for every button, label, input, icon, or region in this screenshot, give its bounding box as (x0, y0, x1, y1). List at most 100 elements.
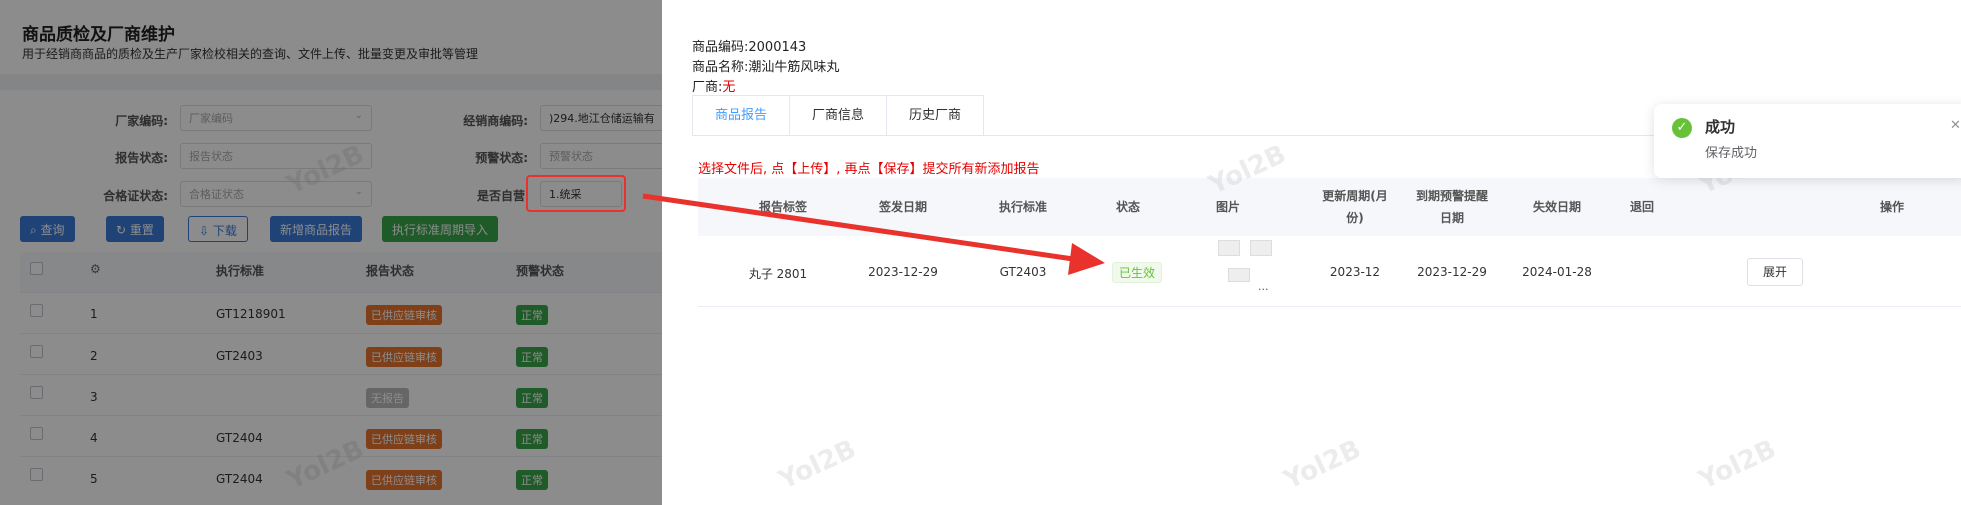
warning-status-tag: 正常 (516, 347, 548, 367)
table-header (20, 252, 662, 292)
chevron-down-icon: ⌄ (354, 110, 363, 121)
cell-expiry-date: 2024-01-28 (1522, 265, 1592, 279)
column-header-standard[interactable]: 执行标准 (216, 262, 264, 279)
column-header-image: 图片 (1215, 200, 1240, 214)
report-image-thumbnail[interactable] (1228, 268, 1250, 282)
row-standard: GT2404 (216, 472, 263, 486)
cell-update-cycle: 2023-12 (1329, 265, 1381, 279)
expiry-warning-line1: 到期预警提醒 (1415, 189, 1488, 203)
row-checkbox[interactable] (30, 427, 43, 440)
product-code-value: 2000143 (748, 40, 807, 55)
watermark: Yol2B (1279, 434, 1366, 496)
cell-issue-date: 2023-12-29 (868, 265, 938, 279)
tab-product-report[interactable]: 商品报告 (693, 96, 791, 136)
select-all-checkbox[interactable] (30, 262, 43, 275)
row-standard: GT1218901 (216, 307, 286, 321)
column-header-report-label: 报告标签 (758, 200, 807, 214)
tab-manufacturer-info[interactable]: 厂商信息 (790, 96, 888, 136)
column-header-issue-date: 签发日期 (878, 200, 927, 214)
add-report-label: 新增商品报告 (280, 223, 353, 237)
search-icon: ⌕ (30, 223, 41, 237)
page-title: 商品质检及厂商维护 (22, 25, 175, 45)
row-index: 4 (90, 431, 98, 445)
report-status-tag: 已供应链审核 (366, 347, 442, 367)
row-divider (20, 456, 662, 457)
dealer-code-value: )294.地江仓储运输有 (549, 112, 655, 125)
manufacturer-label: 厂商: (692, 80, 723, 95)
product-name-line: 商品名称:潮汕牛筋风味丸 (692, 56, 839, 75)
dealer-code-label: 经销商编码: (463, 114, 528, 128)
more-images[interactable]: ... (1258, 280, 1269, 293)
report-image-thumbnail[interactable] (1250, 240, 1272, 256)
import-cycle-label: 执行标准周期导入 (392, 223, 489, 237)
warning-status-label: 预警状态: (475, 151, 528, 165)
product-name-value: 潮汕牛筋风味丸 (748, 60, 840, 75)
row-divider (698, 306, 1961, 307)
manufacturer-value: 无 (722, 80, 736, 95)
chevron-down-icon: ⌄ (354, 186, 363, 197)
row-divider (20, 374, 662, 375)
column-header-expiry-date: 失效日期 (1532, 200, 1581, 214)
warning-status-placeholder: 预警状态 (549, 150, 593, 163)
row-index: 3 (90, 390, 98, 404)
column-header-warning[interactable]: 预警状态 (516, 262, 564, 279)
watermark: Yol2B (1694, 434, 1781, 496)
manufacturer-code-select[interactable]: 厂家编码 ⌄ (180, 105, 372, 131)
watermark: Yol2B (774, 434, 861, 496)
query-button[interactable]: ⌕ 查询 (20, 216, 75, 242)
cert-status-select[interactable]: 合格证状态 ⌄ (180, 181, 372, 207)
row-index: 5 (90, 472, 98, 486)
column-header-operation: 操作 (1879, 200, 1904, 214)
cert-status-label: 合格证状态: (103, 189, 168, 203)
reset-button[interactable]: ↻ 重置 (106, 216, 164, 242)
row-checkbox[interactable] (30, 386, 43, 399)
status-badge: 已生效 (1112, 262, 1163, 283)
report-status-tag: 已供应链审核 (366, 429, 442, 449)
warning-status-tag: 正常 (516, 429, 548, 449)
report-status-select[interactable]: 报告状态 (180, 143, 372, 169)
success-toast: ✓ 成功 保存成功 ✕ (1654, 104, 1961, 178)
report-image-thumbnail[interactable] (1218, 240, 1240, 256)
download-button[interactable]: ⇩ 下载 (188, 216, 248, 242)
close-icon[interactable]: ✕ (1950, 118, 1961, 133)
download-icon: ⇩ (199, 224, 213, 238)
row-checkbox[interactable] (30, 345, 43, 358)
manufacturer-line: 厂商:无 (692, 76, 735, 95)
row-checkbox[interactable] (30, 304, 43, 317)
drawer-tabs: 商品报告 厂商信息 历史厂商 (692, 95, 985, 136)
manufacturer-code-placeholder: 厂家编码 (189, 112, 233, 125)
add-report-button[interactable]: 新增商品报告 (270, 216, 363, 242)
warning-status-tag: 正常 (516, 305, 548, 325)
report-status-tag: 已供应链审核 (366, 305, 442, 325)
success-check-icon: ✓ (1672, 118, 1692, 138)
tab-history-manufacturer[interactable]: 历史厂商 (887, 96, 983, 136)
column-header-expiry-warning: 到期预警提醒 日期 (1402, 185, 1502, 229)
column-header-report-status[interactable]: 报告状态 (366, 262, 414, 279)
expand-button[interactable]: 展开 (1747, 258, 1803, 286)
toast-message: 保存成功 (1705, 146, 1758, 161)
refresh-icon: ↻ (116, 223, 130, 237)
warning-status-tag: 正常 (516, 388, 548, 408)
dealer-code-select[interactable]: )294.地江仓储运输有 (540, 105, 662, 131)
row-checkbox[interactable] (30, 468, 43, 481)
manufacturer-code-label: 厂家编码: (115, 114, 168, 128)
self-operated-label: 是否自营 (476, 189, 525, 203)
query-label: 查询 (40, 223, 65, 237)
row-divider (20, 333, 662, 334)
cell-report-label: 丸子 2801 (748, 267, 808, 281)
warning-status-select[interactable]: 预警状态 (540, 143, 662, 169)
settings-icon[interactable]: ⚙ (90, 262, 101, 276)
annotation-highlight-box (526, 175, 626, 212)
report-status-placeholder: 报告状态 (189, 150, 233, 163)
product-code-line: 商品编码:2000143 (692, 36, 806, 55)
warning-status-tag: 正常 (516, 470, 548, 490)
import-cycle-button[interactable]: 执行标准周期导入 (382, 216, 499, 242)
column-header-return: 退回 (1629, 200, 1654, 214)
row-divider (20, 292, 662, 293)
background-page: 商品质检及厂商维护 用于经销商商品的质检及生产厂家检校相关的查询、文件上传、批量… (0, 0, 662, 505)
report-status-tag: 已供应链审核 (366, 470, 442, 490)
row-divider (20, 415, 662, 416)
product-code-label: 商品编码: (692, 40, 749, 55)
reset-label: 重置 (129, 223, 154, 237)
column-header-standard: 执行标准 (998, 200, 1047, 214)
